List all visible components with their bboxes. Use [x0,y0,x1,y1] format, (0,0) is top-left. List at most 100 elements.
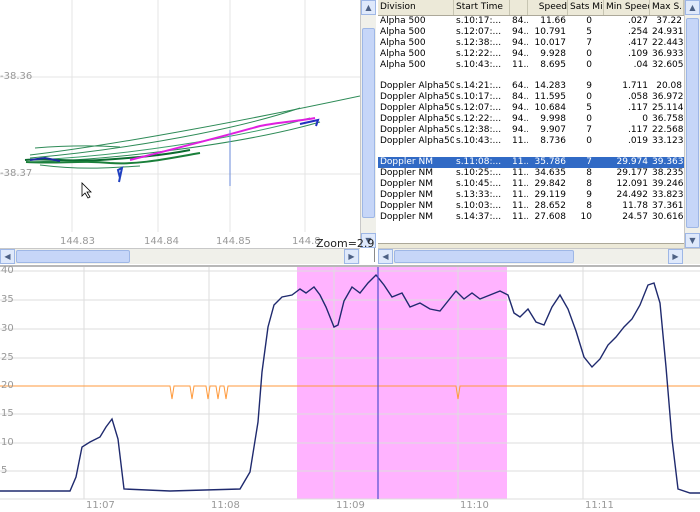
map-vertical-scrollbar[interactable]: ▲ ▼ [360,0,376,248]
cell-division: Doppler NM [380,190,433,200]
table-row[interactable]: Alpha 500 s.10:17:... 84... 11.66 0 .027 37.22 [378,16,684,27]
scroll-thumb[interactable] [394,250,574,263]
cell-division: Doppler Alpha500 [380,125,454,135]
speed-chart-canvas[interactable] [0,267,700,512]
cell-sats-min: 7 [586,157,592,167]
cell-division: Alpha 500 [380,38,426,48]
cell-division: Doppler Alpha500 [380,114,454,124]
table-row[interactable]: Doppler NM s.10:03:... 11... 28.652 8 11.78 37… [378,201,684,212]
chart-ytick: 35 [1,294,14,305]
table-row[interactable]: Alpha 500 s.12:22:... 94... 9.928 0 .109 36.93… [378,49,684,60]
cell-division: Alpha 500 [380,49,426,59]
column-header-blank[interactable] [510,0,528,15]
scroll-left-icon[interactable]: ◀ [0,249,15,264]
cell-speed: 8.695 [540,60,566,70]
cell-start-time: s.10:03:... [456,201,502,211]
scroll-down-icon[interactable]: ▼ [685,233,700,248]
cell-sats-min: 7 [586,38,592,48]
cell-min-speed: 1.711 [622,81,648,91]
table-row[interactable]: Doppler Alpha500s.12:38:... 94... 9.907 7 .1… [378,125,684,136]
column-header-start-time[interactable]: Start Time [454,0,510,15]
table-row[interactable]: Doppler Alpha500s.10:43:... 11... 8.736 0 .0… [378,136,684,147]
table-row[interactable]: Doppler NM s.11:08:... 11... 35.786 7 29.9743… [378,157,684,168]
table-row[interactable]: Alpha 500 s.10:43:... 11... 8.695 0 .04 32.605 [378,60,684,71]
table-horizontal-scrollbar[interactable]: ◀ ▶ [378,248,700,264]
cell-sats-min: 0 [586,49,592,59]
table-row[interactable]: Alpha 500 s.12:38:... 94... 10.017 7 .417 22.4… [378,38,684,49]
cell-sats-min: 0 [586,114,592,124]
column-header-speed[interactable]: Speed [528,0,568,15]
column-header-division[interactable]: Division [378,0,454,15]
scroll-thumb[interactable] [686,18,699,228]
cell-count: 94... [512,125,528,135]
cell-speed: 11.66 [540,16,566,26]
cell-max-speed: 38.235 [652,168,684,178]
cell-count: 94... [512,27,528,37]
cell-min-speed: .117 [627,125,648,135]
cell-min-speed: .117 [627,103,648,113]
cell-max-speed: 33.123 [652,136,684,146]
cell-start-time: s.11:08:... [456,157,502,167]
map-canvas[interactable] [0,0,360,248]
cell-min-speed: 11.78 [622,201,648,211]
cell-speed: 27.608 [534,212,567,222]
scroll-up-icon[interactable]: ▲ [685,0,700,15]
cell-min-speed: 29.974 [616,157,649,167]
cell-count: 94... [512,114,528,124]
scroll-right-icon[interactable]: ▶ [344,249,359,264]
cell-sats-min: 5 [586,27,592,37]
table-row[interactable]: Doppler NM s.14:37:... 11... 27.608 10 24.57 3… [378,212,684,223]
table-vertical-scrollbar[interactable]: ▲ ▼ [684,0,700,248]
cell-min-speed: 24.57 [622,212,648,222]
cell-speed: 9.907 [540,125,566,135]
table-row[interactable]: Doppler Alpha500s.10:17:... 84... 11.595 0.… [378,92,684,103]
table-row[interactable]: Doppler Alpha500s.12:22:...94...9.998003… [378,114,684,125]
cell-min-speed: .109 [627,49,648,59]
cell-speed: 10.017 [534,38,567,48]
cell-min-speed: 0 [642,114,648,124]
cell-division: Alpha 500 [380,27,426,37]
table-header: Division Start Time Speed Sats Min Min S… [378,0,684,16]
cell-speed: 34.635 [534,168,567,178]
cell-start-time: s.14:21:... [456,81,502,91]
scroll-left-icon[interactable]: ◀ [378,249,393,264]
column-header-min-speed[interactable]: Min Speed [604,0,650,15]
cell-count: 11... [512,168,528,178]
cell-division: Doppler NM [380,168,433,178]
cell-count: 94... [512,49,528,59]
cell-max-speed: 32.605 [652,60,684,70]
scroll-up-icon[interactable]: ▲ [361,0,376,15]
map-xtick: 144.84 [144,236,179,247]
speed-chart[interactable]: 40 35 30 25 20 15 10 5 11:07 11:08 11:09… [0,265,700,512]
cell-max-speed: 22.443 [652,38,684,48]
cell-start-time: s.12:38:... [456,38,502,48]
cell-sats-min: 0 [586,92,592,102]
table-row[interactable]: Doppler NM s.10:25:... 11... 34.635 8 29.1773… [378,168,684,179]
cell-count: 64... [512,81,528,91]
table-row[interactable]: Alpha 500 s.12:07:... 94... 10.791 5 .254 24.9… [378,27,684,38]
scroll-thumb[interactable] [362,28,375,218]
table-row[interactable]: Doppler NM s.13:33:... 11... 29.119 9 24.4923… [378,190,684,201]
cell-count: 94... [512,38,528,48]
cell-start-time: s.10:25:... [456,168,502,178]
table-row[interactable]: Doppler NM s.10:45:... 11... 29.842 8 12.0913… [378,179,684,190]
cell-sats-min: 0 [586,136,592,146]
cell-start-time: s.13:33:... [456,190,502,200]
results-table[interactable]: Division Start Time Speed Sats Min Min S… [378,0,700,264]
chart-ytick: 30 [1,323,14,334]
map-pane[interactable]: -38.36 -38.37 144.83 144.84 144.85 144.8… [0,0,376,264]
column-header-sats-min[interactable]: Sats Min [568,0,604,15]
cell-sats-min: 5 [586,103,592,113]
scroll-thumb[interactable] [16,250,130,263]
cell-division: Doppler NM [380,157,433,167]
map-xtick: 144.83 [60,236,95,247]
selected-range[interactable] [297,267,507,499]
map-horizontal-scrollbar[interactable]: ◀ ▶ [0,248,360,264]
table-row[interactable]: Doppler Alpha500s.14:21:... 64... 14.283 9 1… [378,81,684,92]
scroll-right-icon[interactable]: ▶ [668,249,683,264]
table-row[interactable]: Doppler Alpha500s.12:07:... 94... 10.684 5.… [378,103,684,114]
cell-speed: 29.119 [534,190,567,200]
cell-count: 11... [512,201,528,211]
column-header-max-speed[interactable]: Max S... [650,0,684,15]
cell-max-speed: 37.22 [656,16,682,26]
